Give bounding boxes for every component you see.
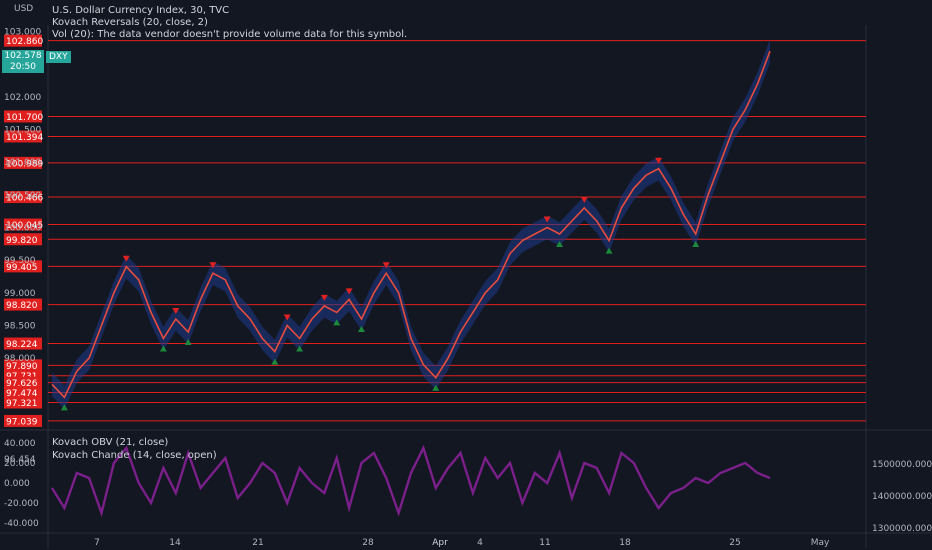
x-tick-label: 18 bbox=[619, 538, 631, 548]
level-tag-label: 101.700 bbox=[6, 113, 43, 123]
x-tick-label: 7 bbox=[94, 538, 100, 548]
osc-y-tick-label: 40.000 bbox=[4, 439, 36, 449]
x-tick-label: 28 bbox=[362, 538, 374, 548]
x-tick-label: May bbox=[811, 538, 830, 548]
currency-label: USD bbox=[14, 4, 34, 14]
indicator-kovach-chande[interactable]: Kovach Chande (14, close, open) bbox=[52, 450, 217, 461]
indicator-volume[interactable]: Vol (20): The data vendor doesn't provid… bbox=[52, 29, 407, 40]
osc-right-tick-label: 1300000.000 bbox=[872, 524, 932, 534]
y-tick-label: 101.500 bbox=[4, 126, 41, 136]
level-tag-label: 98.224 bbox=[6, 340, 38, 350]
last-price-value: 102.578 bbox=[4, 51, 42, 61]
osc-y-tick-label: -20.000 bbox=[4, 499, 39, 509]
x-tick-label: Apr bbox=[432, 538, 448, 548]
x-tick-label: 4 bbox=[477, 538, 483, 548]
y-tick-label: 98.000 bbox=[4, 354, 36, 364]
indicator-kovach-reversals[interactable]: Kovach Reversals (20, close, 2) bbox=[52, 17, 208, 28]
level-tag-label: 99.820 bbox=[6, 236, 38, 246]
osc-y-tick-label: -40.000 bbox=[4, 519, 39, 529]
osc-y-tick-label: 20.000 bbox=[4, 459, 36, 469]
y-tick-label: 100.000 bbox=[4, 224, 41, 234]
x-tick-label: 25 bbox=[729, 538, 740, 548]
y-tick-label: 98.500 bbox=[4, 321, 36, 331]
y-tick-label: 101.000 bbox=[4, 158, 41, 168]
y-tick-label: 102.000 bbox=[4, 93, 41, 103]
x-tick-label: 11 bbox=[539, 538, 550, 548]
price-chart[interactable]: 102.860101.700101.394100.989100.466100.0… bbox=[0, 0, 932, 550]
y-tick-label: 99.500 bbox=[4, 256, 36, 266]
last-price-tag: 102.578 20:50 bbox=[2, 50, 44, 73]
y-tick-label: 100.500 bbox=[4, 191, 41, 201]
x-tick-label: 21 bbox=[252, 538, 263, 548]
level-tag-label: 98.820 bbox=[6, 301, 38, 311]
symbol-title[interactable]: U.S. Dollar Currency Index, 30, TVC bbox=[52, 5, 229, 16]
level-tag-label: 97.039 bbox=[6, 417, 38, 427]
level-tag-label: 97.321 bbox=[6, 399, 38, 409]
buy-reversal-marker bbox=[357, 325, 365, 332]
osc-right-tick-label: 1400000.000 bbox=[872, 492, 932, 502]
indicator-kovach-obv[interactable]: Kovach OBV (21, close) bbox=[52, 437, 168, 448]
symbol-tag: DXY bbox=[46, 51, 71, 63]
x-tick-label: 14 bbox=[169, 538, 181, 548]
last-price-time: 20:50 bbox=[10, 62, 36, 72]
y-tick-label: 99.000 bbox=[4, 289, 36, 299]
buy-reversal-marker bbox=[605, 247, 613, 254]
osc-right-tick-label: 1500000.000 bbox=[872, 460, 932, 470]
level-tag-label: 102.860 bbox=[6, 37, 43, 47]
y-tick-label: 103.000 bbox=[4, 28, 41, 38]
osc-y-tick-label: 0.000 bbox=[4, 479, 30, 489]
buy-reversal-marker bbox=[159, 345, 167, 352]
